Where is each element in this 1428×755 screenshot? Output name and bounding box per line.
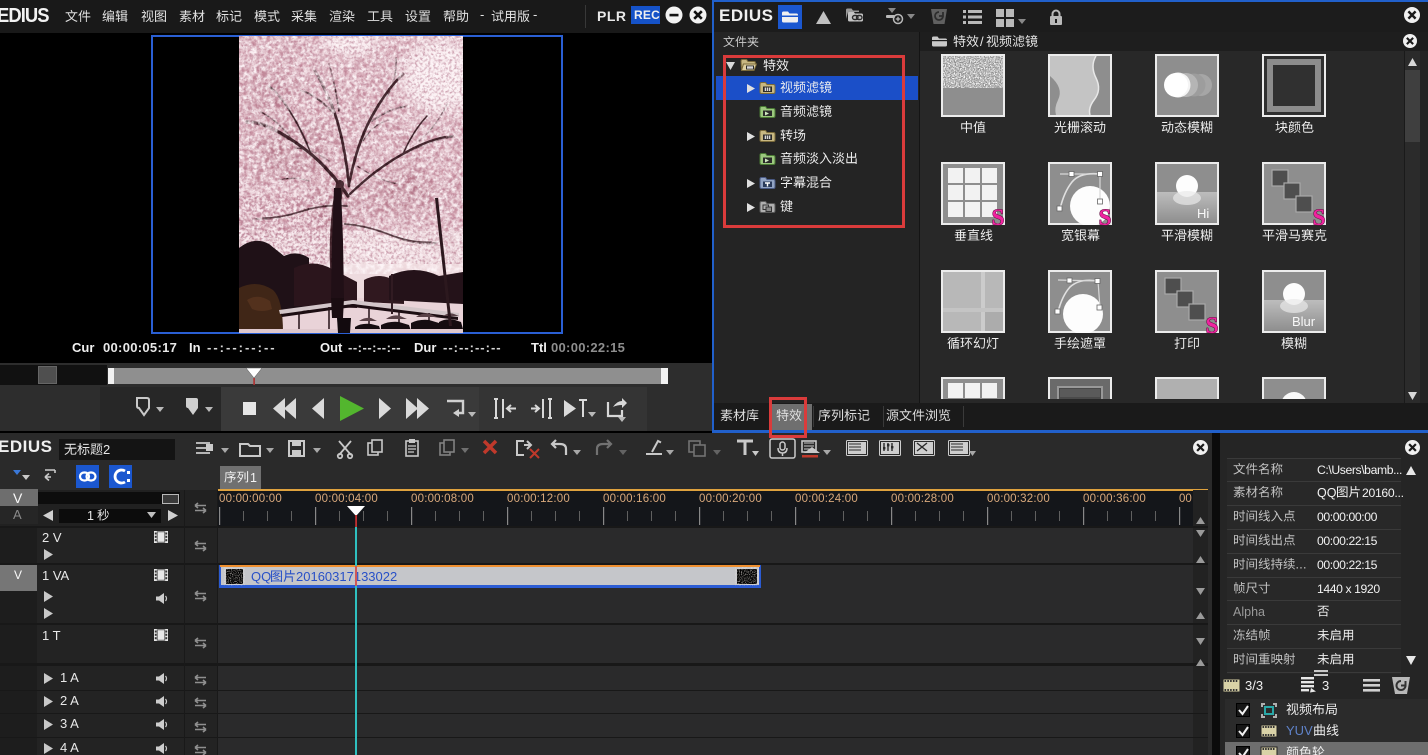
svg-text:.: . (1303, 558, 1306, 572)
svg-text:S: S (1313, 205, 1326, 230)
svg-text:S: S (1206, 313, 1219, 338)
svg-text:S: S (1099, 205, 1112, 230)
svg-text:S: S (992, 205, 1005, 230)
